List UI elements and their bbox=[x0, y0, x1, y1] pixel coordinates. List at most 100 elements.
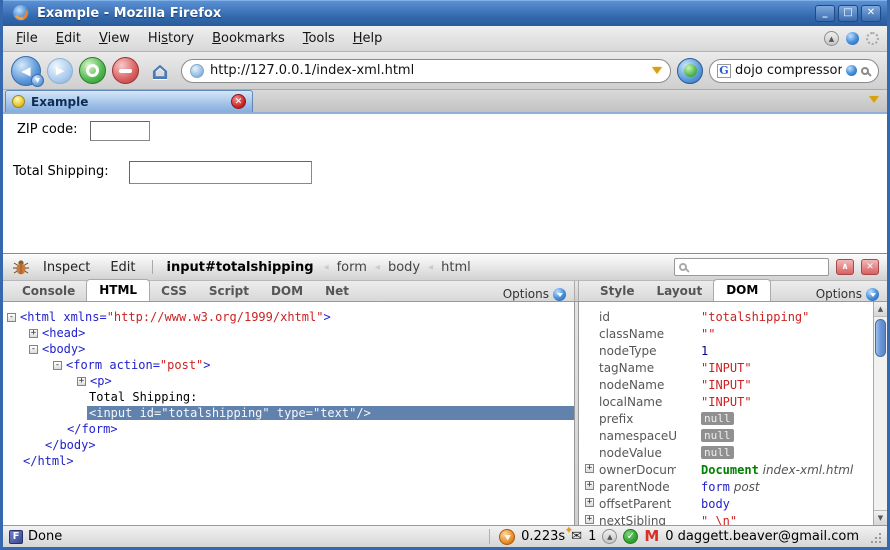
edit-button[interactable]: Edit bbox=[102, 260, 143, 275]
total-shipping-input[interactable] bbox=[129, 161, 312, 184]
expand-icon[interactable]: + bbox=[585, 481, 594, 490]
extension-f-icon[interactable]: F bbox=[9, 530, 23, 544]
update-icon[interactable]: ▲ bbox=[824, 31, 839, 46]
scroll-up-icon[interactable]: ▲ bbox=[874, 302, 887, 317]
minimize-button[interactable]: _ bbox=[815, 5, 835, 22]
fb-tab-net[interactable]: Net bbox=[314, 281, 360, 301]
back-history-dropdown-icon[interactable]: ▼ bbox=[31, 74, 44, 87]
status-ok-icon[interactable]: ✓ bbox=[623, 529, 638, 544]
forward-button[interactable]: ▶ bbox=[47, 58, 73, 84]
gmail-icon[interactable]: M bbox=[644, 529, 659, 544]
tree-row[interactable]: -<html xmlns="http://www.w3.org/1999/xht… bbox=[3, 309, 574, 325]
dom-row[interactable]: +offsetParentbody bbox=[579, 495, 873, 512]
breadcrumb-body[interactable]: body bbox=[380, 260, 428, 275]
dom-row[interactable]: localName"INPUT" bbox=[579, 393, 873, 410]
property-value: null bbox=[701, 412, 734, 425]
web-search-input[interactable] bbox=[735, 63, 842, 78]
dom-row[interactable]: prefixnull bbox=[579, 410, 873, 427]
reload-button[interactable] bbox=[79, 57, 106, 84]
firebug-search-input[interactable] bbox=[692, 260, 824, 274]
dom-row[interactable]: id"totalshipping" bbox=[579, 308, 873, 325]
menu-history[interactable]: History bbox=[139, 28, 203, 49]
fb-side-tab-dom[interactable]: DOM bbox=[713, 279, 771, 301]
options-label: Options bbox=[503, 287, 549, 301]
tree-row[interactable]: </form> bbox=[3, 421, 574, 437]
right-options-menu[interactable]: Options bbox=[816, 287, 887, 301]
menu-file[interactable]: File bbox=[7, 28, 47, 49]
expand-icon[interactable]: + bbox=[77, 377, 86, 386]
stop-button[interactable] bbox=[112, 57, 139, 84]
dom-row[interactable]: namespaceURInull bbox=[579, 427, 873, 444]
fb-tab-console[interactable]: Console bbox=[11, 281, 86, 301]
dom-row[interactable]: nodeValuenull bbox=[579, 444, 873, 461]
tree-row[interactable]: +<p> bbox=[3, 373, 574, 389]
resize-grip[interactable] bbox=[869, 531, 881, 543]
tab-close-icon[interactable]: ✕ bbox=[231, 94, 246, 109]
statusbar-separator bbox=[489, 529, 490, 544]
scroll-down-icon[interactable]: ▼ bbox=[874, 510, 887, 525]
tree-row[interactable]: +<head> bbox=[3, 325, 574, 341]
url-input[interactable] bbox=[210, 63, 646, 78]
expand-icon[interactable]: + bbox=[585, 464, 594, 473]
firebug-minimize-button[interactable]: ∧ bbox=[836, 259, 854, 275]
bookmark-dropdown-icon[interactable] bbox=[652, 67, 662, 74]
search-engine-dropdown-icon[interactable] bbox=[846, 65, 857, 76]
dom-row[interactable]: nodeName"INPUT" bbox=[579, 376, 873, 393]
dom-row[interactable]: +nextSibling" \n" bbox=[579, 512, 873, 525]
collapse-icon[interactable]: - bbox=[53, 361, 62, 370]
collapse-icon[interactable]: - bbox=[7, 313, 16, 322]
dom-properties-panel: id"totalshipping"className""nodeType1tag… bbox=[579, 302, 887, 525]
go-button[interactable] bbox=[677, 58, 703, 84]
maximize-button[interactable]: □ bbox=[838, 5, 858, 22]
restart-icon[interactable]: ▲ bbox=[602, 529, 617, 544]
inspect-button[interactable]: Inspect bbox=[35, 260, 98, 275]
fb-tab-dom[interactable]: DOM bbox=[260, 281, 314, 301]
menu-tools[interactable]: Tools bbox=[294, 28, 344, 49]
scrollbar-thumb[interactable] bbox=[875, 319, 886, 357]
dom-panel-scrollbar[interactable]: ▲ ▼ bbox=[873, 302, 887, 525]
expand-icon[interactable]: + bbox=[29, 329, 38, 338]
search-go-icon[interactable] bbox=[861, 67, 869, 75]
tree-row[interactable]: </html> bbox=[3, 453, 574, 469]
fb-tab-html[interactable]: HTML bbox=[86, 279, 150, 301]
firebug-icon[interactable] bbox=[11, 259, 31, 275]
tree-row[interactable]: -<form action="post"> bbox=[3, 357, 574, 373]
collapse-icon[interactable]: - bbox=[29, 345, 38, 354]
menu-edit[interactable]: Edit bbox=[47, 28, 90, 49]
tree-row[interactable]: </body> bbox=[3, 437, 574, 453]
fb-side-tab-style[interactable]: Style bbox=[589, 281, 645, 301]
menu-view[interactable]: View bbox=[90, 28, 139, 49]
window-title: Example - Mozilla Firefox bbox=[37, 6, 221, 21]
home-button[interactable]: ⌂ bbox=[145, 56, 175, 86]
dom-row[interactable]: nodeType1 bbox=[579, 342, 873, 359]
fasterfox-icon[interactable] bbox=[499, 529, 515, 545]
expand-icon[interactable]: + bbox=[585, 498, 594, 507]
fb-tab-css[interactable]: CSS bbox=[150, 281, 198, 301]
menu-help[interactable]: Help bbox=[344, 28, 392, 49]
zip-code-input[interactable] bbox=[90, 121, 150, 141]
list-all-tabs-icon[interactable] bbox=[869, 96, 879, 103]
firebug-toolbar: Inspect Edit input#totalshipping ◂form◂b… bbox=[3, 254, 887, 281]
firefox-logo-icon bbox=[13, 5, 29, 21]
tree-row[interactable]: Total Shipping: bbox=[3, 389, 574, 405]
menu-bookmarks[interactable]: Bookmarks bbox=[203, 28, 294, 49]
breadcrumb-form[interactable]: form bbox=[329, 260, 375, 275]
tree-row[interactable]: <input id="totalshipping" type="text"/> bbox=[3, 405, 574, 421]
mail-notifier-icon[interactable]: ✦✉ bbox=[571, 529, 582, 544]
dom-row[interactable]: tagName"INPUT" bbox=[579, 359, 873, 376]
dom-row[interactable]: +ownerDocumentDocument index-xml.html bbox=[579, 461, 873, 478]
google-engine-icon[interactable]: G bbox=[717, 64, 731, 78]
left-options-menu[interactable]: Options bbox=[503, 287, 574, 301]
firebug-close-button[interactable]: ✕ bbox=[861, 259, 879, 275]
breadcrumb-selected-node[interactable]: input#totalshipping bbox=[161, 260, 320, 275]
close-button[interactable]: ✕ bbox=[861, 5, 881, 22]
dom-row[interactable]: className"" bbox=[579, 325, 873, 342]
expand-icon[interactable]: + bbox=[585, 515, 594, 524]
breadcrumb-html[interactable]: html bbox=[433, 260, 479, 275]
fb-tab-script[interactable]: Script bbox=[198, 281, 260, 301]
tree-row[interactable]: -<body> bbox=[3, 341, 574, 357]
tab-example[interactable]: Example ✕ bbox=[5, 90, 253, 112]
dom-row[interactable]: +parentNodeform post bbox=[579, 478, 873, 495]
fb-side-tab-layout[interactable]: Layout bbox=[645, 281, 713, 301]
back-button[interactable]: ◀▼ bbox=[11, 56, 41, 86]
